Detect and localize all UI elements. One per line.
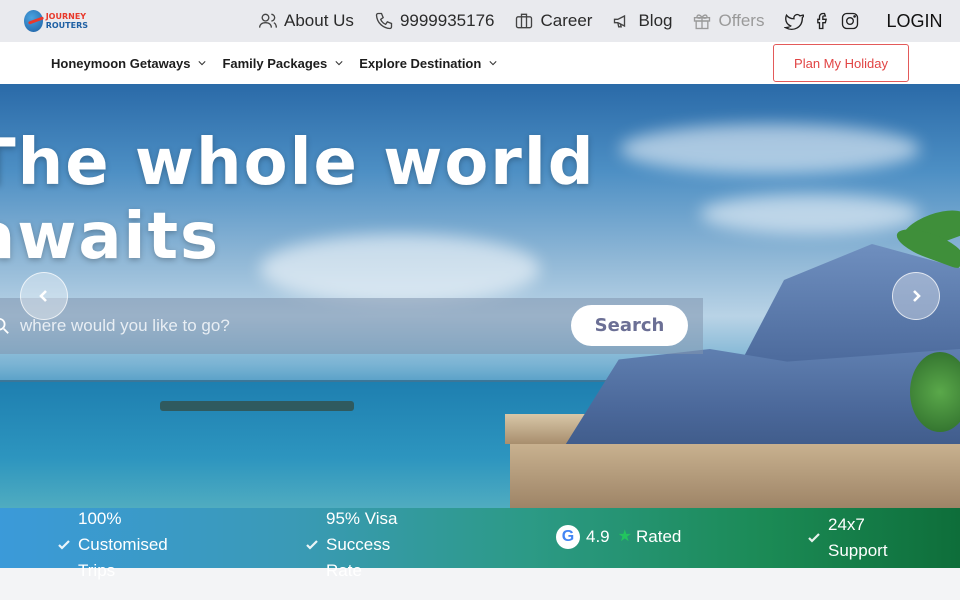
twitter-icon[interactable] bbox=[784, 11, 805, 31]
social-links bbox=[784, 11, 868, 31]
google-icon: G bbox=[556, 525, 580, 549]
about-us-label: About Us bbox=[284, 11, 354, 30]
phone-icon bbox=[375, 12, 393, 30]
star-icon: ★ bbox=[617, 528, 632, 545]
gift-icon bbox=[694, 14, 711, 30]
offers-label: Offers bbox=[718, 11, 765, 30]
nav-honeymoon-getaways[interactable]: Honeymoon Getaways bbox=[51, 55, 207, 71]
megaphone-icon bbox=[614, 14, 626, 28]
brand-line-1: JOURNEY bbox=[45, 12, 87, 21]
carousel-prev-button[interactable] bbox=[20, 272, 68, 320]
user-icon bbox=[259, 13, 277, 28]
hero-headline: The whole world awaits bbox=[0, 126, 596, 274]
nav-item-label: Family Packages bbox=[222, 55, 328, 71]
blog-link[interactable]: Blog bbox=[612, 11, 672, 31]
rating-value: 4.9 bbox=[586, 527, 610, 546]
nav-family-packages[interactable]: Family Packages bbox=[222, 56, 343, 71]
rated-label: Rated bbox=[635, 527, 682, 546]
hero-line-2: awaits bbox=[0, 200, 221, 274]
about-us-link[interactable]: About Us bbox=[258, 11, 354, 31]
blog-label: Blog bbox=[638, 11, 673, 30]
globe-icon bbox=[24, 10, 43, 32]
search-icon bbox=[0, 317, 9, 334]
top-bar: JOURNEY ROUTERS About Us 9999935176 Care… bbox=[0, 0, 960, 42]
chevron-left-icon bbox=[39, 290, 47, 302]
stat-visa-success: 95% Visa Success Rate bbox=[306, 506, 426, 584]
check-icon bbox=[808, 533, 820, 543]
offers-link[interactable]: Offers bbox=[692, 11, 764, 31]
hero-banner: The whole world awaits Search bbox=[0, 84, 960, 568]
cloud bbox=[700, 194, 920, 234]
brand-logo[interactable]: JOURNEY ROUTERS bbox=[24, 8, 88, 34]
destination-search-input[interactable] bbox=[20, 312, 550, 340]
nav-item-label: Explore Destination bbox=[359, 55, 482, 71]
login-link[interactable]: LOGIN bbox=[886, 11, 942, 32]
carousel-next-button[interactable] bbox=[892, 272, 940, 320]
check-icon bbox=[58, 540, 70, 550]
search-bar: Search bbox=[0, 298, 703, 354]
stats-band: 100% Customised Trips 95% Visa Success R… bbox=[0, 508, 960, 580]
top-links: About Us 9999935176 Career Blog Offers L… bbox=[258, 0, 942, 42]
brand-line-2: ROUTERS bbox=[45, 21, 88, 30]
stat-support: 24x7 Support bbox=[808, 512, 908, 564]
check-icon bbox=[306, 540, 318, 550]
chevron-down-icon bbox=[198, 61, 207, 66]
stat-google-rating: G 4.9 ★ Rated bbox=[556, 524, 681, 550]
resort-building bbox=[510, 444, 960, 514]
nav-item-label: Honeymoon Getaways bbox=[51, 55, 191, 71]
career-label: Career bbox=[540, 11, 593, 30]
briefcase-icon bbox=[516, 13, 533, 29]
islet bbox=[160, 401, 354, 411]
facebook-icon[interactable] bbox=[812, 11, 832, 31]
stat-label: 24x7 Support bbox=[828, 515, 888, 560]
search-button[interactable]: Search bbox=[571, 305, 688, 346]
instagram-icon[interactable] bbox=[840, 11, 860, 31]
chevron-down-icon bbox=[335, 61, 343, 66]
cloud bbox=[620, 124, 920, 174]
phone-number: 9999935176 bbox=[399, 11, 495, 30]
phone-link[interactable]: 9999935176 bbox=[374, 11, 495, 31]
stat-label: 100% Customised Trips bbox=[78, 509, 168, 580]
career-link[interactable]: Career bbox=[514, 11, 592, 31]
stat-customised-trips: 100% Customised Trips bbox=[58, 506, 198, 584]
chevron-right-icon bbox=[913, 290, 921, 302]
chevron-down-icon bbox=[489, 61, 497, 66]
stat-label: 95% Visa Success Rate bbox=[326, 509, 398, 580]
hero-line-1: The whole world bbox=[0, 126, 596, 200]
plan-my-holiday-button[interactable]: Plan My Holiday bbox=[773, 44, 909, 82]
nav-explore-destination[interactable]: Explore Destination bbox=[359, 56, 497, 71]
